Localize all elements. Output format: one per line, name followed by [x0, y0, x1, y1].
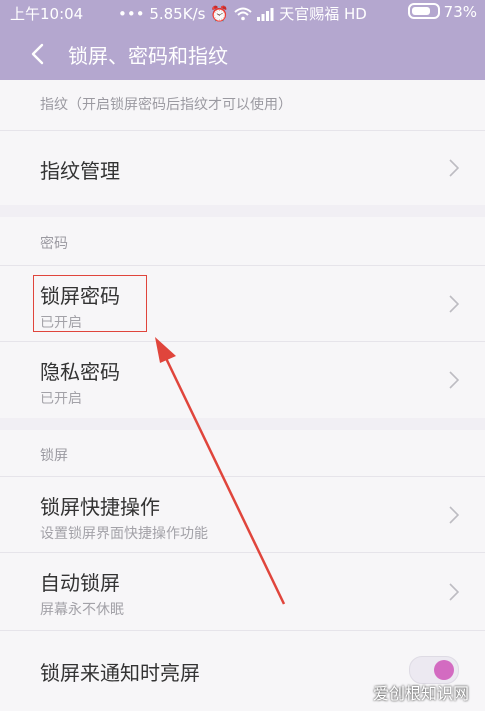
section-header-label: 指纹（开启锁屏密码后指纹才可以使用）	[40, 97, 292, 113]
back-arrow-icon[interactable]	[28, 41, 48, 67]
status-indicators: ••• 5.85K/s ⏰ 天官赐福 HD	[118, 3, 367, 24]
chevron-right-icon	[449, 295, 459, 313]
page-title: 锁屏、密码和指纹	[68, 44, 228, 68]
item-description: 设置锁屏界面快捷操作功能	[40, 526, 208, 542]
chevron-right-icon	[449, 506, 459, 524]
item-label: 锁屏来通知时亮屏	[40, 661, 200, 685]
carrier-name: 天官赐福 HD	[279, 5, 367, 23]
status-bar: 上午10:04 ••• 5.85K/s ⏰ 天官赐福 HD 73%	[0, 0, 485, 28]
item-label: 隐私密码	[40, 360, 120, 384]
chevron-right-icon	[449, 371, 459, 389]
item-label: 锁屏快捷操作	[40, 495, 160, 519]
notification-dots: •••	[118, 5, 145, 23]
auto-lock-item[interactable]: 自动锁屏 屏幕永不休眠	[0, 552, 485, 631]
alarm-icon: ⏰	[210, 5, 229, 23]
section-header-fingerprint: 指纹（开启锁屏密码后指纹才可以使用）	[0, 80, 485, 130]
item-label: 指纹管理	[40, 159, 120, 183]
section-divider	[0, 418, 485, 430]
toggle-knob	[434, 660, 454, 680]
section-header-lockscreen: 锁屏	[0, 430, 485, 476]
chevron-right-icon	[449, 159, 459, 177]
section-header-label: 密码	[40, 236, 68, 252]
item-description: 屏幕永不休眠	[40, 602, 124, 618]
chevron-right-icon	[449, 583, 459, 601]
section-header-label: 锁屏	[40, 448, 68, 464]
item-status: 已开启	[40, 391, 82, 407]
status-time: 上午10:04	[10, 5, 84, 23]
item-label: 自动锁屏	[40, 571, 120, 595]
privacy-password-item[interactable]: 隐私密码 已开启	[0, 341, 485, 418]
section-divider	[0, 205, 485, 217]
battery-status: 73%	[407, 3, 477, 21]
network-speed: 5.85K/s	[149, 5, 206, 23]
battery-percent: 73%	[443, 3, 477, 21]
lockscreen-shortcuts-item[interactable]: 锁屏快捷操作 设置锁屏界面快捷操作功能	[0, 476, 485, 553]
section-header-password: 密码	[0, 217, 485, 265]
signal-icon	[257, 8, 274, 21]
battery-icon	[407, 3, 440, 19]
fingerprint-management-item[interactable]: 指纹管理	[0, 130, 485, 205]
annotation-highlight-box	[33, 275, 147, 332]
wifi-icon	[234, 7, 252, 21]
title-bar: 锁屏、密码和指纹	[0, 28, 485, 80]
watermark: 爱创根知识网	[372, 684, 469, 703]
